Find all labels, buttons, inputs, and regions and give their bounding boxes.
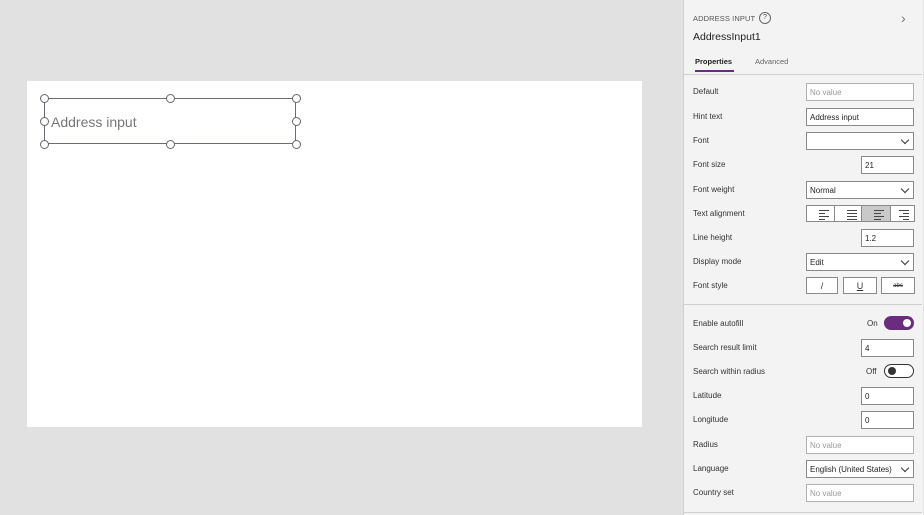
property-latitude: Latitude 0 <box>693 387 915 405</box>
toggle-state-label: On <box>867 319 878 328</box>
property-hint-text: Hint text Address input <box>693 108 915 126</box>
property-display-mode: Display mode Edit <box>693 253 915 271</box>
property-label: Line height <box>693 233 733 242</box>
tab-advanced[interactable]: Advanced <box>755 57 788 66</box>
chevron-right-icon[interactable]: › <box>901 10 906 26</box>
toggle-knob <box>888 367 896 375</box>
resize-handle-middle-left[interactable] <box>40 117 49 126</box>
latitude-field[interactable]: 0 <box>861 387 914 405</box>
property-font-size: Font size 21 <box>693 156 915 174</box>
property-label: Font size <box>693 160 726 169</box>
toggle-knob <box>903 319 911 327</box>
search-result-limit-field[interactable]: 4 <box>861 339 914 357</box>
property-search-result-limit: Search result limit 4 <box>693 339 915 357</box>
default-field[interactable]: No value <box>806 83 914 101</box>
italic-button[interactable]: / <box>806 277 838 294</box>
resize-handle-bottom-middle[interactable] <box>166 140 175 149</box>
property-font: Font <box>693 132 915 150</box>
property-font-weight: Font weight Normal <box>693 181 915 199</box>
font-size-field[interactable]: 21 <box>861 156 914 174</box>
section-divider <box>684 304 922 305</box>
longitude-field[interactable]: 0 <box>861 411 914 429</box>
strikethrough-button[interactable]: abc <box>881 277 915 294</box>
properties-panel: ADDRESS INPUT ? › AddressInput1 Properti… <box>683 0 923 515</box>
property-label: Text alignment <box>693 209 745 218</box>
property-line-height: Line height 1.2 <box>693 229 915 247</box>
canvas-area: Address input <box>0 0 683 515</box>
property-label: Default <box>693 87 719 96</box>
property-search-within-radius: Search within radius Off <box>693 363 915 381</box>
property-font-style: Font style / U abc <box>693 277 915 295</box>
help-icon[interactable]: ? <box>759 12 771 24</box>
property-country-set: Country set No value <box>693 484 915 502</box>
resize-handle-bottom-left[interactable] <box>40 140 49 149</box>
property-default: Default No value <box>693 83 915 101</box>
property-label: Search result limit <box>693 343 757 352</box>
property-label: Country set <box>693 488 734 497</box>
resize-handle-top-right[interactable] <box>292 94 301 103</box>
property-label: Font <box>693 136 710 145</box>
display-mode-dropdown[interactable]: Edit <box>806 253 914 271</box>
property-label: Longitude <box>693 415 729 424</box>
underline-button[interactable]: U <box>843 277 877 294</box>
language-dropdown[interactable]: English (United States) <box>806 460 914 478</box>
control-type-label: ADDRESS INPUT <box>693 14 756 23</box>
property-label: Font style <box>693 281 728 290</box>
resize-handle-bottom-right[interactable] <box>292 140 301 149</box>
align-right-button[interactable] <box>890 205 915 222</box>
property-label: Hint text <box>693 112 723 121</box>
property-label: Language <box>693 464 729 473</box>
resize-handle-top-middle[interactable] <box>166 94 175 103</box>
resize-handle-top-left[interactable] <box>40 94 49 103</box>
property-label: Radius <box>693 440 718 449</box>
hint-text-field[interactable]: Address input <box>806 108 914 126</box>
radius-field[interactable]: No value <box>806 436 914 454</box>
control-name[interactable]: AddressInput1 <box>693 31 761 43</box>
property-language: Language English (United States) <box>693 460 915 478</box>
search-within-radius-toggle[interactable] <box>884 364 914 378</box>
address-input-hint: Address input <box>51 114 137 130</box>
property-label: Font weight <box>693 185 735 194</box>
enable-autofill-toggle[interactable] <box>884 316 914 330</box>
toggle-state-label: Off <box>866 367 877 376</box>
resize-handle-middle-right[interactable] <box>292 117 301 126</box>
line-height-field[interactable]: 1.2 <box>861 229 914 247</box>
property-enable-autofill: Enable autofill On <box>693 315 915 333</box>
property-label: Search within radius <box>693 367 766 376</box>
property-label: Latitude <box>693 391 722 400</box>
property-label: Display mode <box>693 257 742 266</box>
tabs-divider <box>684 74 922 75</box>
property-text-alignment: Text alignment <box>693 205 915 223</box>
font-weight-dropdown[interactable]: Normal <box>806 181 914 199</box>
property-radius: Radius No value <box>693 436 915 454</box>
section-divider <box>684 512 922 513</box>
property-label: Enable autofill <box>693 319 744 328</box>
country-set-field[interactable]: No value <box>806 484 914 502</box>
font-dropdown[interactable] <box>806 132 914 150</box>
tab-properties[interactable]: Properties <box>695 57 735 72</box>
property-longitude: Longitude 0 <box>693 411 915 429</box>
